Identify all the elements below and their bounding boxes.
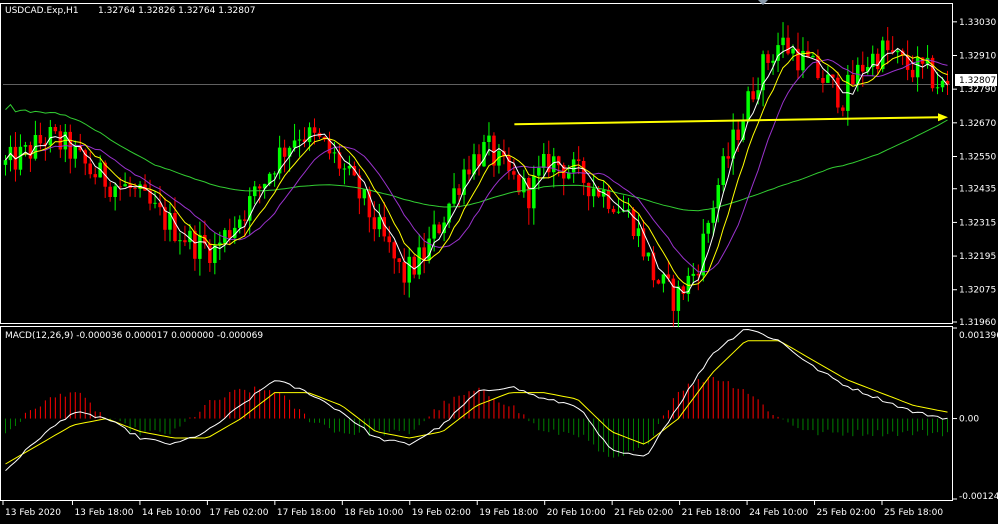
time-axis-label: 19 Feb 18:00 [479, 508, 538, 518]
current-price-label: 1.32807 [959, 76, 996, 86]
macd-axis-label: 0.001396 [959, 331, 998, 341]
time-axis-label: 25 Feb 02:00 [817, 508, 876, 518]
price-axis-label: 1.32435 [959, 185, 996, 195]
time-axis-label: 21 Feb 18:00 [682, 508, 741, 518]
price-axis-label: 1.32910 [959, 51, 996, 61]
time-axis-label: 17 Feb 18:00 [277, 508, 336, 518]
price-axis-label: 1.32195 [959, 252, 996, 262]
time-axis-label: 19 Feb 02:00 [412, 508, 471, 518]
price-axis-label: 1.32790 [959, 85, 996, 95]
price-axis-label: 1.32075 [959, 286, 996, 296]
time-axis-label: 25 Feb 18:00 [884, 508, 943, 518]
time-axis-label: 20 Feb 10:00 [547, 508, 606, 518]
time-axis-label: 18 Feb 10:00 [344, 508, 403, 518]
price-axis-label: 1.31960 [959, 318, 996, 328]
ohlc-label: 1.32764 1.32826 1.32764 1.32807 [98, 6, 255, 16]
candle [517, 173, 521, 196]
candle [746, 86, 750, 123]
symbol-label: USDCAD.Exp,H1 [5, 6, 79, 16]
price-axis-label: 1.32670 [959, 119, 996, 129]
macd-axis-label: 0.00 [959, 415, 979, 425]
time-axis-label: 13 Feb 2020 [5, 508, 61, 518]
time-axis-label: 24 Feb 10:00 [749, 508, 808, 518]
candle [631, 207, 636, 240]
time-axis-label: 17 Feb 02:00 [209, 508, 268, 518]
time-axis-label: 13 Feb 18:00 [74, 508, 133, 518]
time-axis-label: 14 Feb 10:00 [142, 508, 201, 518]
price-axis-label: 1.33030 [959, 18, 996, 28]
candle [836, 71, 840, 114]
time-axis-label: 21 Feb 02:00 [614, 508, 673, 518]
macd-label: MACD(12,26,9) -0.000036 0.000017 0.00000… [5, 331, 263, 341]
price-axis-label: 1.32550 [959, 152, 996, 162]
macd-axis-label: -0.00124 [959, 492, 998, 502]
chart-canvas[interactable]: 1.33030 1.32910 1.32790 1.32670 1.32550 1.324… [0, 0, 998, 521]
trading-chart[interactable]: 1.33030 1.32910 1.32790 1.32670 1.32550 1.324… [0, 0, 998, 521]
price-axis-label: 1.32315 [959, 218, 996, 228]
